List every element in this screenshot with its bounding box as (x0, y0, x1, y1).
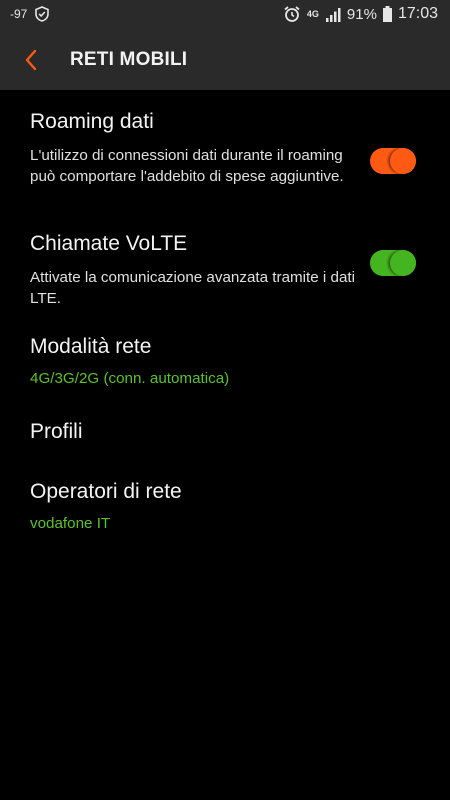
clock-time: 17:03 (397, 5, 438, 22)
status-bar: -97 4G 91% 17:03 (0, 0, 450, 30)
lte-icon: 4G (306, 8, 319, 19)
setting-title: Chiamate VoLTE (30, 232, 188, 255)
setting-title: Roaming dati (30, 110, 154, 133)
battery-percent: 91% (346, 5, 377, 23)
toggle-thumb (390, 148, 416, 174)
chevron-left-icon[interactable] (20, 48, 44, 72)
shield-check-icon (35, 6, 50, 22)
roaming-toggle[interactable] (370, 148, 416, 174)
setting-profili[interactable]: Profili (0, 408, 450, 458)
alarm-clock-icon (284, 6, 300, 22)
setting-modalita-rete[interactable]: Modalità rete 4G/3G/2G (conn. automatica… (0, 325, 450, 395)
setting-chiamate-volte[interactable]: Chiamate VoLTE Attivate la comunicazione… (0, 222, 450, 312)
setting-title: Operatori di rete (30, 480, 182, 503)
setting-summary: vodafone IT (30, 515, 111, 532)
status-left: -97 (10, 6, 50, 22)
status-right: 4G 91% 17:03 (283, 5, 438, 23)
setting-description: L'utilizzo di connessioni dati durante i… (30, 147, 344, 185)
cell-signal-icon (325, 7, 341, 22)
setting-title: Profili (30, 420, 83, 443)
battery-icon (382, 6, 392, 22)
page-title: RETI MOBILI (70, 49, 188, 70)
setting-summary: 4G/3G/2G (conn. automatica) (30, 370, 230, 387)
setting-description: Attivate la comunicazione avanzata trami… (30, 269, 356, 307)
setting-title: Modalità rete (30, 335, 152, 358)
setting-roaming-dati[interactable]: Roaming dati L'utilizzo di connessioni d… (0, 100, 450, 210)
app-bar: RETI MOBILI (0, 30, 450, 90)
volte-toggle[interactable] (370, 250, 416, 276)
setting-operatori-di-rete[interactable]: Operatori di rete vodafone IT (0, 470, 450, 540)
toggle-thumb (390, 250, 416, 276)
signal-strength-text: -97 (10, 7, 28, 21)
